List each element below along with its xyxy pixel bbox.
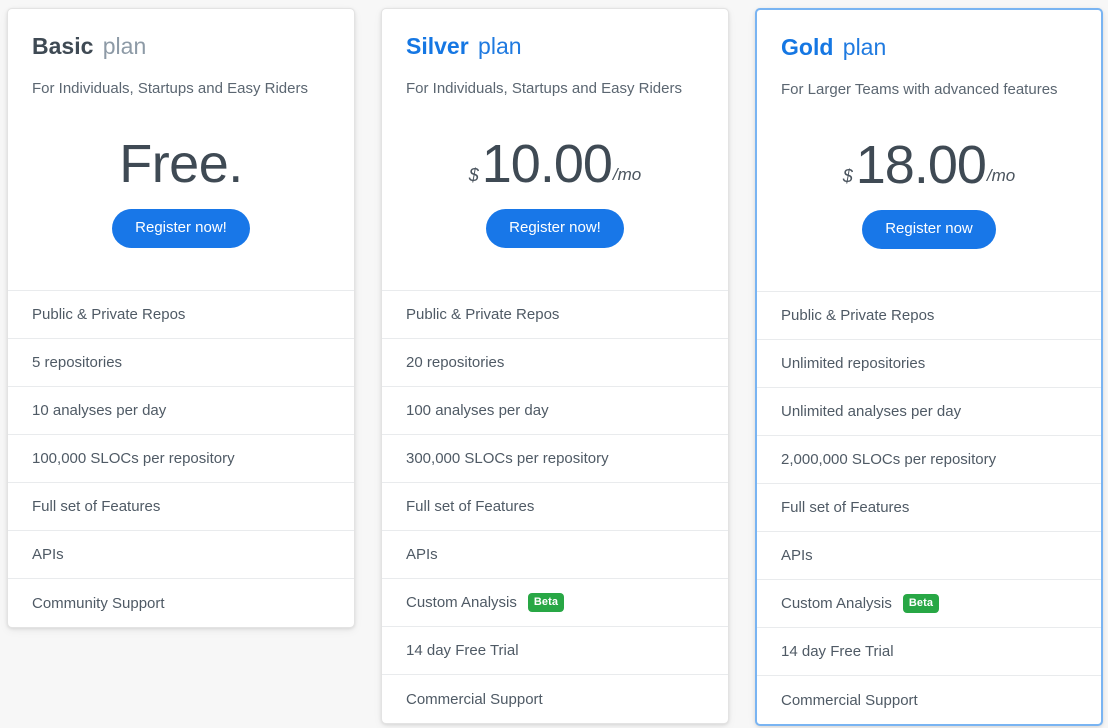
plan-word: plan — [471, 33, 522, 59]
price-amount: 18.00 — [855, 135, 987, 195]
plan-title-gold: Gold plan — [781, 32, 1077, 62]
feature-item: Unlimited analyses per day — [757, 388, 1101, 436]
register-button-silver[interactable]: Register now! — [486, 209, 624, 248]
feature-item: 300,000 SLOCs per repository — [382, 435, 728, 483]
feature-label: Community Support — [32, 594, 165, 612]
feature-item: Commercial Support — [757, 676, 1101, 724]
feature-label: Public & Private Repos — [32, 306, 186, 323]
beta-badge: Beta — [527, 593, 565, 612]
plan-header-silver: Silver plan For Individuals, Startups an… — [382, 9, 728, 290]
plan-price-free-label: Free. — [119, 134, 243, 194]
price-currency-symbol: $ — [842, 166, 853, 186]
feature-item: Public & Private Repos — [8, 291, 354, 339]
feature-label: 100 analyses per day — [406, 402, 549, 419]
feature-list-silver: Public & Private Repos 20 repositories 1… — [382, 290, 728, 723]
plan-card-silver[interactable]: Silver plan For Individuals, Startups an… — [381, 8, 729, 724]
feature-item: Full set of Features — [382, 483, 728, 531]
plan-cta-row-gold: Register now — [781, 194, 1077, 271]
plan-tagline-basic: For Individuals, Startups and Easy Rider… — [32, 80, 308, 97]
plan-tier-name: Gold — [781, 34, 834, 60]
feature-item: Public & Private Repos — [382, 291, 728, 339]
plan-word: plan — [96, 33, 147, 59]
feature-item: APIs — [757, 532, 1101, 580]
price-currency-symbol: $ — [468, 165, 479, 185]
feature-label: 300,000 SLOCs per repository — [406, 450, 609, 467]
feature-label: 14 day Free Trial — [781, 643, 894, 660]
plan-tagline-silver: For Individuals, Startups and Easy Rider… — [406, 80, 682, 97]
plan-card-gold[interactable]: Gold plan For Larger Teams with advanced… — [755, 8, 1103, 726]
feature-item: 5 repositories — [8, 339, 354, 387]
feature-label: APIs — [406, 546, 438, 563]
price-amount: 10.00 — [481, 134, 613, 194]
feature-item: Full set of Features — [8, 483, 354, 531]
feature-label: Custom Analysis — [781, 595, 892, 612]
feature-label: APIs — [781, 547, 813, 564]
feature-label: Commercial Support — [781, 691, 918, 709]
plan-cta-row-silver: Register now! — [406, 193, 704, 270]
feature-label: 10 analyses per day — [32, 402, 167, 419]
feature-label: 5 repositories — [32, 354, 123, 371]
feature-item: Full set of Features — [757, 484, 1101, 532]
register-button-gold[interactable]: Register now — [862, 210, 996, 249]
plan-price-basic: Free. — [32, 107, 330, 193]
plan-title-silver: Silver plan — [406, 31, 704, 61]
feature-item: Unlimited repositories — [757, 340, 1101, 388]
beta-badge: Beta — [902, 594, 940, 613]
pricing-plans-container: Basic plan For Individuals, Startups and… — [0, 0, 1108, 728]
feature-label: Commercial Support — [406, 690, 543, 708]
plan-header-gold: Gold plan For Larger Teams with advanced… — [757, 10, 1101, 291]
feature-item: 2,000,000 SLOCs per repository — [757, 436, 1101, 484]
feature-label: Full set of Features — [406, 498, 535, 515]
feature-list-gold: Public & Private Repos Unlimited reposit… — [757, 291, 1101, 724]
feature-item: APIs — [8, 531, 354, 579]
price-period: /mo — [612, 165, 642, 184]
feature-item: Custom Analysis Beta — [757, 580, 1101, 628]
feature-label: Full set of Features — [781, 499, 910, 516]
feature-item: Community Support — [8, 579, 354, 627]
plan-cta-row-basic: Register now! — [32, 193, 330, 270]
feature-label: 14 day Free Trial — [406, 642, 519, 659]
price-period: /mo — [986, 166, 1016, 185]
plan-tier-name: Basic — [32, 33, 94, 59]
feature-label: 100,000 SLOCs per repository — [32, 450, 235, 467]
feature-item: 20 repositories — [382, 339, 728, 387]
plan-title-basic: Basic plan — [32, 31, 330, 61]
feature-item: Public & Private Repos — [757, 292, 1101, 340]
feature-item: 14 day Free Trial — [382, 627, 728, 675]
feature-label: Unlimited analyses per day — [781, 403, 962, 420]
plan-price-gold: $ 18.00 /mo — [781, 108, 1077, 194]
feature-item: 10 analyses per day — [8, 387, 354, 435]
feature-label: Public & Private Repos — [781, 307, 935, 324]
feature-item: APIs — [382, 531, 728, 579]
feature-item: 14 day Free Trial — [757, 628, 1101, 676]
feature-label: APIs — [32, 546, 64, 563]
feature-label: Public & Private Repos — [406, 306, 560, 323]
plan-header-basic: Basic plan For Individuals, Startups and… — [8, 9, 354, 290]
feature-item: Commercial Support — [382, 675, 728, 723]
feature-list-basic: Public & Private Repos 5 repositories 10… — [8, 290, 354, 627]
feature-item: 100,000 SLOCs per repository — [8, 435, 354, 483]
register-button-basic[interactable]: Register now! — [112, 209, 250, 248]
plan-price-silver: $ 10.00 /mo — [406, 107, 704, 193]
feature-label: 20 repositories — [406, 354, 505, 371]
plan-tier-name: Silver — [406, 33, 469, 59]
feature-label: Unlimited repositories — [781, 355, 926, 372]
feature-label: Custom Analysis — [406, 594, 517, 611]
plan-word: plan — [836, 34, 887, 60]
feature-label: Full set of Features — [32, 498, 161, 515]
plan-card-basic[interactable]: Basic plan For Individuals, Startups and… — [7, 8, 355, 628]
feature-label: 2,000,000 SLOCs per repository — [781, 451, 997, 468]
feature-item: Custom Analysis Beta — [382, 579, 728, 627]
feature-item: 100 analyses per day — [382, 387, 728, 435]
plan-tagline-gold: For Larger Teams with advanced features — [781, 81, 1058, 98]
